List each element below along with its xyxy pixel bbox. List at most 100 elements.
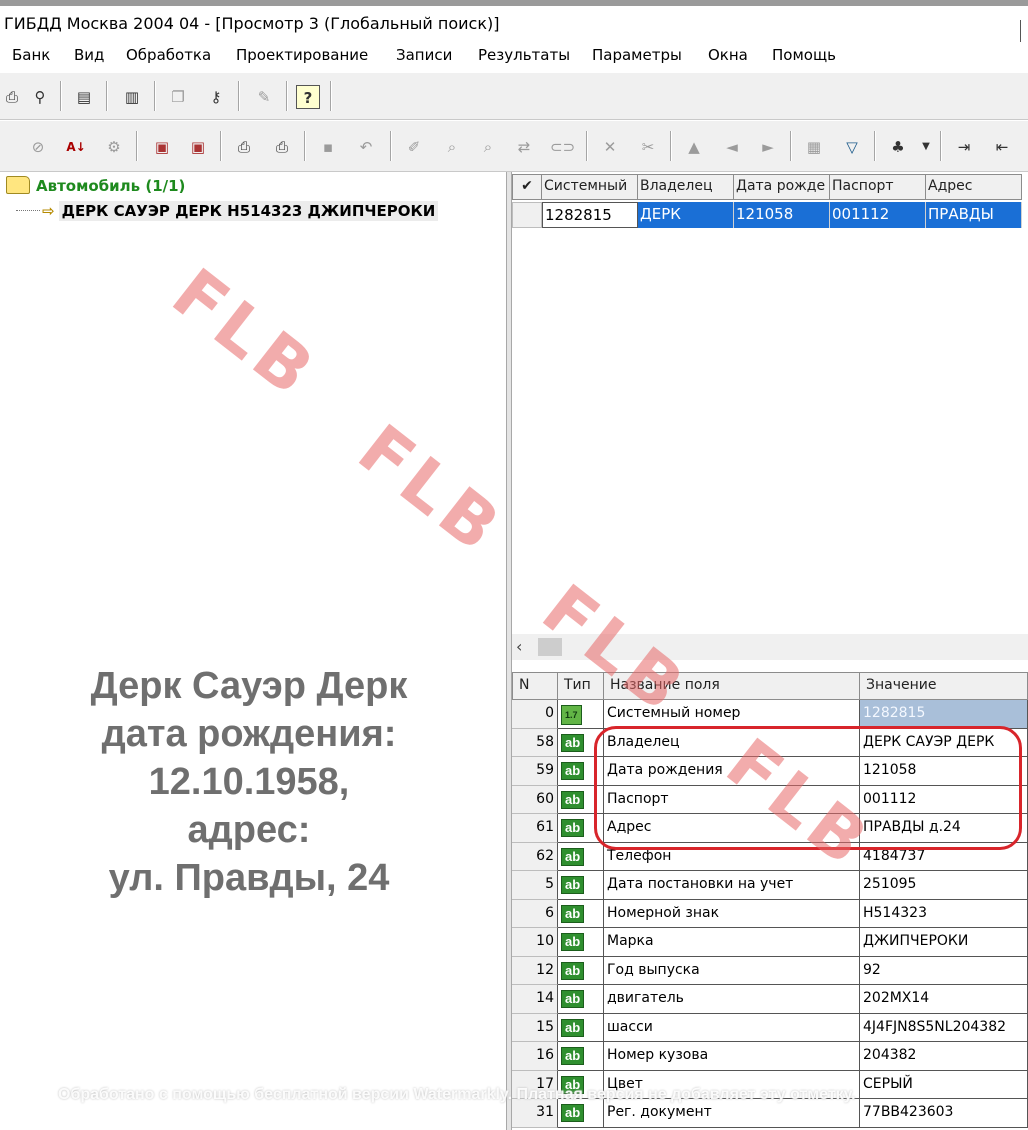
field-value[interactable]: 4J4FJN8S5NL204382	[860, 1013, 1028, 1042]
help-icon[interactable]: ?	[296, 85, 320, 109]
chart-icon[interactable]: ▥	[120, 85, 144, 109]
import-icon[interactable]: ▣	[186, 135, 210, 159]
toolbar-separator	[790, 131, 792, 161]
field-value[interactable]: ДЖИПЧЕРОКИ	[860, 928, 1028, 957]
text-type-icon: ab	[561, 933, 585, 951]
cancel-icon[interactable]: ⊘	[26, 135, 50, 159]
field-row[interactable]: 14 ab двигатель 202МХ14	[512, 985, 1028, 1014]
grid-col-address[interactable]: Адрес	[926, 174, 1022, 200]
field-name: Год выпуска	[604, 956, 860, 985]
field-type: ab	[558, 985, 604, 1014]
field-number: 14	[512, 985, 558, 1014]
menu-help[interactable]: Помощь	[772, 46, 836, 64]
grid-cell-owner[interactable]: ДЕРК	[638, 202, 734, 228]
search-icon[interactable]: ⌕	[440, 135, 464, 159]
grid-cell-birth[interactable]: 121058	[734, 202, 830, 228]
left-arrow-icon[interactable]: ◄	[720, 135, 744, 159]
toolbar-separator	[286, 81, 288, 111]
menu-bank[interactable]: Банк	[12, 46, 50, 64]
field-value[interactable]: СЕРЫЙ	[860, 1070, 1028, 1099]
field-col-n[interactable]: N	[512, 672, 558, 700]
checkmark-icon[interactable]: ✔	[512, 174, 542, 200]
footer-watermark: Обработано с помощью бесплатной версии W…	[58, 1086, 856, 1103]
print-icon[interactable]: ⎙	[232, 135, 256, 159]
edit-form-icon[interactable]: ▤	[72, 85, 96, 109]
pencil-icon[interactable]: ✎	[252, 85, 276, 109]
arrow-right-icon: ⇨	[42, 202, 55, 220]
field-value[interactable]: 251095	[860, 871, 1028, 900]
text-type-icon: ab	[561, 733, 585, 752]
grid-col-system[interactable]: Системный	[542, 174, 638, 200]
menu-processing[interactable]: Обработка	[126, 46, 211, 64]
text-type-icon: ab	[561, 762, 585, 780]
field-row[interactable]: 5 ab Дата постановки на учет 251095	[512, 871, 1028, 900]
field-row[interactable]: 16 ab Номер кузова 204382	[512, 1042, 1028, 1071]
toolbar-records: ⊘ A↓ ⚙ ▣ ▣ ⎙ ⎙ ▪ ↶ ✐ ⌕ ⌕ ⇄ ⊂⊃ ✕ ✂ ▲ ◄ ► …	[0, 120, 1028, 172]
find-all-icon[interactable]: ⌕	[476, 135, 500, 159]
filter-icon[interactable]: ▽	[840, 135, 864, 159]
field-value[interactable]: Н514323	[860, 899, 1028, 928]
print-preview-icon[interactable]: ⎙	[0, 85, 24, 109]
grid-cell-passport[interactable]: 001112	[830, 202, 926, 228]
field-number: 5	[512, 871, 558, 900]
menu-design[interactable]: Проектирование	[236, 46, 368, 64]
toolbar-separator	[874, 131, 876, 161]
window-controls[interactable]	[1020, 20, 1028, 44]
new-record-icon[interactable]: ✐	[402, 135, 426, 159]
binoculars-icon[interactable]: ⚲	[28, 85, 52, 109]
grid-row-indicator[interactable]	[512, 202, 542, 228]
field-row[interactable]: 6 ab Номерной знак Н514323	[512, 899, 1028, 928]
scroll-left-icon[interactable]: ‹	[516, 637, 522, 656]
copy-icon[interactable]: ❐	[166, 85, 190, 109]
field-value[interactable]: 77ВВ423603	[860, 1099, 1028, 1128]
report-icon[interactable]: ▦	[802, 135, 826, 159]
tree-child-item[interactable]: ⇨ ДЕРК САУЭР ДЕРК Н514323 ДЖИПЧЕРОКИ	[16, 201, 439, 221]
field-row[interactable]: 15 ab шасси 4J4FJN8S5NL204382	[512, 1013, 1028, 1042]
grid-col-birth[interactable]: Дата рожде	[734, 174, 830, 200]
field-value[interactable]: 1282815	[860, 700, 1028, 729]
field-col-value[interactable]: Значение	[860, 672, 1028, 700]
menu-results[interactable]: Результаты	[478, 46, 570, 64]
delete-icon[interactable]: ✕	[598, 135, 622, 159]
sort-az-icon[interactable]: A↓	[64, 135, 88, 159]
field-value[interactable]: 92	[860, 956, 1028, 985]
text-type-icon: ab	[561, 990, 585, 1008]
toolbar-separator	[330, 81, 332, 111]
grid-cell-address[interactable]: ПРАВДЫ	[926, 202, 1022, 228]
save-icon[interactable]: ▪	[316, 135, 340, 159]
grid-cell-system[interactable]: 1282815	[542, 202, 638, 228]
menu-windows[interactable]: Окна	[708, 46, 748, 64]
undo-icon[interactable]: ↶	[354, 135, 378, 159]
link-icon[interactable]: ⊂⊃	[550, 135, 575, 159]
text-type-icon: ab	[561, 1047, 585, 1065]
tree-icon[interactable]: ♣	[886, 135, 910, 159]
caption-line-birth-label: дата рождения:	[101, 713, 397, 755]
text-type-icon: ab	[561, 847, 585, 866]
filter-fields-icon[interactable]: ⚙	[102, 135, 126, 159]
cut-icon[interactable]: ✂	[636, 135, 660, 159]
key-icon[interactable]: ⚷	[204, 85, 228, 109]
field-value[interactable]: 204382	[860, 1042, 1028, 1071]
field-row[interactable]: 10 ab Марка ДЖИПЧЕРОКИ	[512, 928, 1028, 957]
print-setup-icon[interactable]: ⎙	[270, 135, 294, 159]
export-icon[interactable]: ▣	[150, 135, 174, 159]
grid-col-owner[interactable]: Владелец	[638, 174, 734, 200]
right-arrow-icon[interactable]: ►	[756, 135, 780, 159]
menu-view[interactable]: Вид	[74, 46, 104, 64]
chevron-down-icon[interactable]: ▼	[914, 135, 938, 159]
field-value[interactable]: 202МХ14	[860, 985, 1028, 1014]
menu-records[interactable]: Записи	[396, 46, 452, 64]
tree-root-item[interactable]: Автомобиль (1/1)	[6, 176, 185, 195]
insert-row-icon[interactable]: ⇥	[952, 135, 976, 159]
field-row[interactable]: 0 1.7 Системный номер 1282815	[512, 700, 1028, 729]
field-name: Номерной знак	[604, 899, 860, 928]
up-arrow-icon[interactable]: ▲	[682, 135, 706, 159]
replace-icon[interactable]: ⇄	[512, 135, 536, 159]
tree-root-label: Автомобиль (1/1)	[36, 177, 186, 195]
field-row[interactable]: 12 ab Год выпуска 92	[512, 956, 1028, 985]
window-titlebar: ГИБДД Москва 2004 04 - [Просмотр 3 (Глоб…	[0, 0, 1028, 44]
grid-col-passport[interactable]: Паспорт	[830, 174, 926, 200]
delete-row-icon[interactable]: ⇤	[990, 135, 1014, 159]
menu-parameters[interactable]: Параметры	[592, 46, 682, 64]
toolbar-separator	[304, 131, 306, 161]
